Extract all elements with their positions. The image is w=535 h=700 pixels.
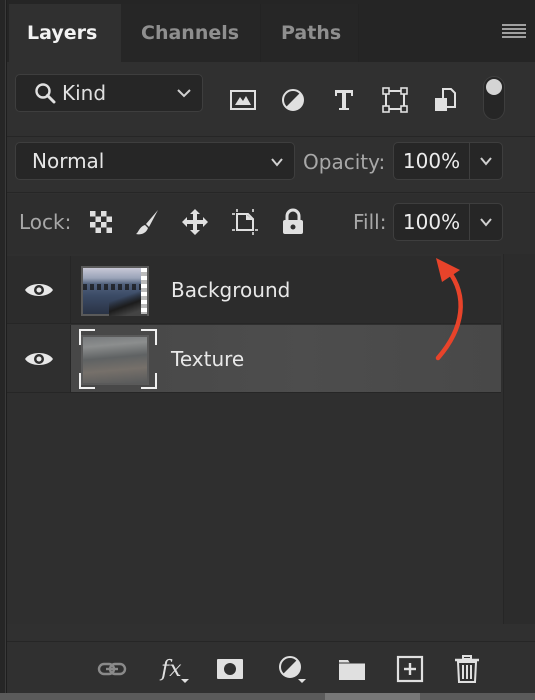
chevron-down-icon	[271, 158, 283, 167]
tab-channels[interactable]: Channels	[121, 4, 261, 62]
panel-footer: fx	[7, 641, 535, 693]
panel-tab-bar: Layers Channels Paths	[7, 0, 535, 62]
layer-filter-row: Kind	[7, 62, 535, 137]
visibility-toggle[interactable]	[7, 325, 71, 392]
chevron-down-icon	[480, 218, 492, 227]
filter-kind-select[interactable]: Kind	[15, 74, 203, 112]
blend-mode-value: Normal	[32, 149, 105, 173]
tab-paths[interactable]: Paths	[261, 4, 359, 62]
fill-field: 100%	[393, 203, 503, 241]
type-filter-icon[interactable]	[330, 86, 358, 114]
lock-position-icon[interactable]	[181, 208, 209, 236]
blend-mode-select[interactable]: Normal	[15, 142, 295, 180]
lock-artboard-icon[interactable]	[231, 208, 259, 236]
opacity-field: 100%	[393, 142, 503, 180]
add-mask-icon[interactable]	[215, 654, 245, 684]
svg-text:fx: fx	[159, 657, 182, 682]
blend-row: Normal Opacity: 100%	[7, 137, 535, 193]
eye-icon	[24, 352, 53, 365]
lock-image-pixels-icon[interactable]	[133, 208, 161, 236]
fill-input[interactable]: 100%	[394, 204, 470, 240]
selection-bracket	[79, 373, 95, 389]
selection-bracket	[141, 329, 157, 345]
eye-icon	[24, 283, 53, 296]
selection-bracket	[141, 373, 157, 389]
shape-filter-icon[interactable]	[381, 86, 409, 114]
layer-name[interactable]: Background	[171, 278, 290, 302]
lock-row: Lock: Fill: 100%	[7, 194, 535, 254]
lock-all-icon[interactable]	[279, 208, 307, 236]
filter-toggle-switch[interactable]	[483, 76, 505, 120]
filter-kind-label: Kind	[62, 81, 107, 105]
layer-style-fx-icon[interactable]: fx	[159, 654, 189, 684]
new-group-icon[interactable]	[337, 654, 367, 684]
adjustment-filter-icon[interactable]	[279, 86, 307, 114]
opacity-dropdown-button[interactable]	[470, 143, 502, 179]
panel-menu-icon[interactable]	[502, 24, 526, 40]
delete-layer-icon[interactable]	[452, 654, 482, 684]
visibility-toggle[interactable]	[7, 256, 71, 323]
new-layer-icon[interactable]	[395, 654, 425, 684]
toggle-knob	[486, 79, 502, 95]
selection-bracket	[79, 329, 95, 345]
opacity-input[interactable]: 100%	[394, 143, 470, 179]
link-layers-icon[interactable]	[97, 654, 127, 684]
layers-panel: Layers Channels Paths Kind Normal Opacit…	[6, 0, 535, 700]
layer-thumbnail	[81, 266, 149, 316]
layers-scrollbar[interactable]	[503, 254, 535, 624]
search-icon	[35, 83, 56, 104]
lock-transparent-pixels-icon[interactable]	[87, 208, 115, 236]
layer-row-background[interactable]: Background	[7, 256, 501, 324]
fill-dropdown-button[interactable]	[470, 204, 502, 240]
chevron-down-icon	[480, 157, 492, 166]
smart-object-filter-icon[interactable]	[431, 86, 459, 114]
image-filter-icon[interactable]	[229, 86, 257, 114]
chevron-down-icon	[177, 89, 191, 98]
tab-layers[interactable]: Layers	[9, 4, 121, 62]
lock-label: Lock:	[19, 210, 72, 234]
layer-row-texture[interactable]: Texture	[7, 325, 501, 393]
layer-name[interactable]: Texture	[171, 347, 244, 371]
new-adjustment-layer-icon[interactable]	[277, 654, 307, 684]
opacity-label: Opacity:	[303, 150, 386, 174]
fill-label: Fill:	[353, 210, 387, 234]
layers-list: Background Texture	[7, 254, 535, 624]
window-bottom-strip	[0, 693, 535, 700]
